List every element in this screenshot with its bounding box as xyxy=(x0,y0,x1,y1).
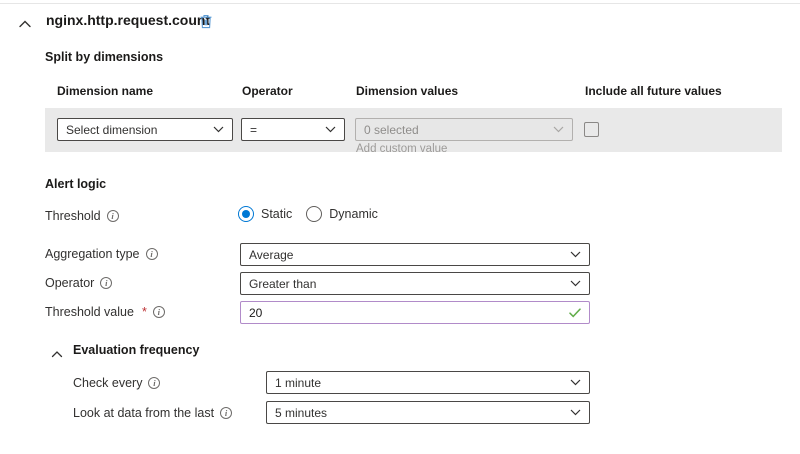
aggregation-type-label: Aggregation type xyxy=(45,247,140,261)
column-header-dimension-values: Dimension values xyxy=(356,84,458,98)
include-all-future-values-checkbox[interactable] xyxy=(584,122,599,137)
operator-select-value: Greater than xyxy=(249,277,564,291)
check-every-label: Check every xyxy=(73,376,142,390)
column-header-dimension-name: Dimension name xyxy=(57,84,153,98)
dimension-values-select-value: 0 selected xyxy=(364,123,547,137)
chevron-down-icon xyxy=(570,251,581,258)
threshold-radio-group: Static Dynamic xyxy=(238,206,378,222)
lookback-label-row: Look at data from the last i xyxy=(73,406,232,420)
valid-checkmark-icon xyxy=(569,308,581,318)
required-asterisk: * xyxy=(142,305,147,319)
aggregation-type-select[interactable]: Average xyxy=(240,243,590,266)
info-icon[interactable]: i xyxy=(148,377,160,389)
lookback-select[interactable]: 5 minutes xyxy=(266,401,590,424)
dimension-row: Select dimension = 0 selected Add custom… xyxy=(45,108,782,152)
chevron-down-icon xyxy=(325,126,336,133)
threshold-label-row: Threshold i xyxy=(45,209,119,223)
chevron-down-icon xyxy=(570,280,581,287)
chevron-down-icon xyxy=(553,126,564,133)
aggregation-type-select-value: Average xyxy=(249,248,564,262)
info-icon[interactable]: i xyxy=(153,306,165,318)
threshold-value-label-row: Threshold value * i xyxy=(45,305,165,319)
column-header-operator: Operator xyxy=(242,84,293,98)
operator-select[interactable]: Greater than xyxy=(240,272,590,295)
threshold-dynamic-label: Dynamic xyxy=(329,207,378,221)
lookback-select-value: 5 minutes xyxy=(275,406,564,420)
threshold-label: Threshold xyxy=(45,209,101,223)
operator-label-row: Operator i xyxy=(45,276,112,290)
radio-selected-icon xyxy=(238,206,254,222)
chevron-down-icon xyxy=(213,126,224,133)
operator-label: Operator xyxy=(45,276,94,290)
threshold-static-label: Static xyxy=(261,207,292,221)
chevron-down-icon xyxy=(570,409,581,416)
dimension-name-select[interactable]: Select dimension xyxy=(57,118,233,141)
threshold-value-field-wrap xyxy=(240,301,590,324)
aggregation-type-label-row: Aggregation type i xyxy=(45,247,158,261)
evaluation-frequency-chevron-up-icon[interactable] xyxy=(51,345,63,363)
column-header-include-all-future-values: Include all future values xyxy=(585,84,722,98)
threshold-static-radio[interactable]: Static xyxy=(238,206,292,222)
check-every-select[interactable]: 1 minute xyxy=(266,371,590,394)
threshold-dynamic-radio[interactable]: Dynamic xyxy=(306,206,378,222)
dimension-values-select: 0 selected xyxy=(355,118,573,141)
collapse-section-chevron-up-icon[interactable] xyxy=(18,16,34,28)
top-divider xyxy=(0,3,800,4)
metric-title: nginx.http.request.count xyxy=(46,12,210,28)
delete-condition-trash-icon[interactable] xyxy=(198,13,216,31)
lookback-label: Look at data from the last xyxy=(73,406,214,420)
info-icon[interactable]: i xyxy=(100,277,112,289)
radio-unselected-icon xyxy=(306,206,322,222)
dimension-operator-select[interactable]: = xyxy=(241,118,345,141)
info-icon[interactable]: i xyxy=(107,210,119,222)
dimension-name-select-value: Select dimension xyxy=(66,123,207,137)
evaluation-frequency-heading: Evaluation frequency xyxy=(73,343,199,357)
threshold-value-label: Threshold value xyxy=(45,305,134,319)
metric-alert-condition-panel: nginx.http.request.count Split by dimens… xyxy=(0,0,800,454)
threshold-value-input[interactable] xyxy=(249,306,563,320)
check-every-select-value: 1 minute xyxy=(275,376,564,390)
check-every-label-row: Check every i xyxy=(73,376,160,390)
dimension-operator-select-value: = xyxy=(250,123,319,137)
add-custom-value-link[interactable]: Add custom value xyxy=(356,143,447,155)
split-by-dimensions-heading: Split by dimensions xyxy=(45,50,163,64)
info-icon[interactable]: i xyxy=(146,248,158,260)
info-icon[interactable]: i xyxy=(220,407,232,419)
alert-logic-heading: Alert logic xyxy=(45,177,106,191)
chevron-down-icon xyxy=(570,379,581,386)
